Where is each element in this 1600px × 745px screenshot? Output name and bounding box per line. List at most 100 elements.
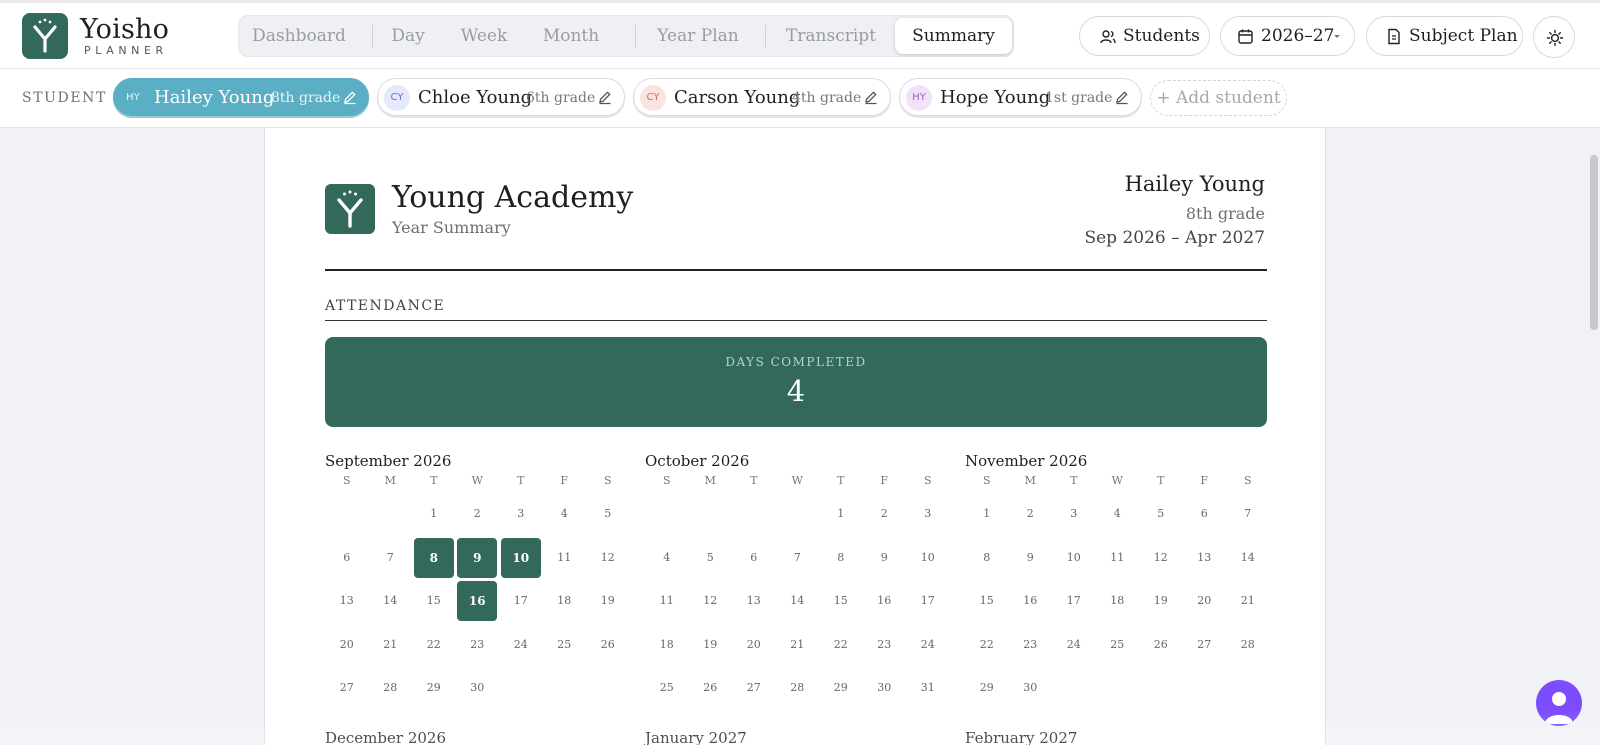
add-student-button[interactable]: + Add student xyxy=(1150,80,1287,116)
calendar-day[interactable]: 22 xyxy=(821,625,861,665)
tab-year-plan[interactable]: Year Plan xyxy=(645,16,751,56)
edit-icon[interactable] xyxy=(342,89,358,105)
calendar-day[interactable]: 17 xyxy=(1054,581,1094,621)
calendar-day[interactable]: 25 xyxy=(647,668,687,708)
calendar-day-completed[interactable]: 10 xyxy=(500,537,541,578)
calendar-day[interactable]: 1 xyxy=(821,494,861,534)
calendar-day[interactable]: 24 xyxy=(908,625,948,665)
calendar-day[interactable]: 2 xyxy=(457,494,497,534)
calendar-day[interactable]: 28 xyxy=(370,668,410,708)
calendar-day[interactable]: 22 xyxy=(414,625,454,665)
calendar-day[interactable]: 10 xyxy=(908,538,948,578)
calendar-day[interactable]: 4 xyxy=(544,494,584,534)
calendar-day[interactable]: 11 xyxy=(544,538,584,578)
tab-dashboard[interactable]: Dashboard xyxy=(249,16,349,56)
calendar-day[interactable]: 2 xyxy=(1010,494,1050,534)
calendar-day[interactable]: 1 xyxy=(967,494,1007,534)
calendar-day[interactable]: 23 xyxy=(864,625,904,665)
calendar-day[interactable]: 14 xyxy=(777,581,817,621)
theme-toggle-button[interactable] xyxy=(1533,16,1575,58)
calendar-day[interactable]: 4 xyxy=(1097,494,1137,534)
calendar-day[interactable]: 29 xyxy=(414,668,454,708)
calendar-day[interactable]: 6 xyxy=(734,538,774,578)
calendar-day[interactable]: 20 xyxy=(734,625,774,665)
calendar-day[interactable]: 30 xyxy=(1010,668,1050,708)
calendar-day[interactable]: 13 xyxy=(1184,538,1224,578)
calendar-day[interactable]: 7 xyxy=(1228,494,1268,534)
calendar-day-completed[interactable]: 8 xyxy=(413,537,454,578)
subject-plan-button[interactable]: Subject Plan xyxy=(1366,16,1523,56)
calendar-day[interactable]: 1 xyxy=(414,494,454,534)
calendar-day-completed[interactable]: 16 xyxy=(457,581,498,621)
edit-icon[interactable] xyxy=(1114,89,1130,105)
calendar-day[interactable]: 12 xyxy=(588,538,628,578)
edit-icon[interactable] xyxy=(863,89,879,105)
calendar-day[interactable]: 27 xyxy=(327,668,367,708)
calendar-day[interactable]: 13 xyxy=(327,581,367,621)
calendar-day[interactable]: 12 xyxy=(1141,538,1181,578)
calendar-day[interactable]: 23 xyxy=(457,625,497,665)
school-year-select[interactable]: 2026–27 xyxy=(1220,16,1355,56)
calendar-day[interactable]: 19 xyxy=(588,581,628,621)
calendar-day[interactable]: 19 xyxy=(690,625,730,665)
calendar-day[interactable]: 14 xyxy=(1228,538,1268,578)
calendar-day[interactable]: 11 xyxy=(647,581,687,621)
calendar-day[interactable]: 3 xyxy=(501,494,541,534)
calendar-day[interactable]: 4 xyxy=(647,538,687,578)
calendar-day[interactable]: 20 xyxy=(1184,581,1224,621)
student-chip-hailey[interactable]: HY Hailey Young 8th grade xyxy=(113,78,369,116)
calendar-day[interactable]: 2 xyxy=(864,494,904,534)
student-chip-hope[interactable]: HY Hope Young 1st grade xyxy=(899,78,1142,116)
calendar-day[interactable]: 29 xyxy=(967,668,1007,708)
tab-month[interactable]: Month xyxy=(531,16,611,56)
calendar-day[interactable]: 8 xyxy=(821,538,861,578)
calendar-day[interactable]: 27 xyxy=(734,668,774,708)
tab-summary[interactable]: Summary xyxy=(895,18,1012,54)
help-chat-button[interactable] xyxy=(1536,680,1582,726)
calendar-day[interactable]: 28 xyxy=(777,668,817,708)
calendar-day[interactable]: 18 xyxy=(1097,581,1137,621)
calendar-day[interactable]: 29 xyxy=(821,668,861,708)
calendar-day[interactable]: 28 xyxy=(1228,625,1268,665)
calendar-day[interactable]: 30 xyxy=(864,668,904,708)
calendar-day[interactable]: 13 xyxy=(734,581,774,621)
calendar-day[interactable]: 27 xyxy=(1184,625,1224,665)
calendar-day[interactable]: 19 xyxy=(1141,581,1181,621)
calendar-day[interactable]: 8 xyxy=(967,538,1007,578)
calendar-day[interactable]: 15 xyxy=(967,581,1007,621)
calendar-day[interactable]: 25 xyxy=(544,625,584,665)
calendar-day[interactable]: 26 xyxy=(588,625,628,665)
calendar-day[interactable]: 26 xyxy=(690,668,730,708)
calendar-day-completed[interactable]: 9 xyxy=(457,537,498,578)
tab-day[interactable]: Day xyxy=(379,16,437,56)
calendar-day[interactable]: 18 xyxy=(647,625,687,665)
calendar-day[interactable]: 22 xyxy=(967,625,1007,665)
calendar-day[interactable]: 16 xyxy=(864,581,904,621)
calendar-day[interactable]: 9 xyxy=(1010,538,1050,578)
edit-icon[interactable] xyxy=(597,89,613,105)
calendar-day[interactable]: 16 xyxy=(1010,581,1050,621)
calendar-day[interactable]: 15 xyxy=(414,581,454,621)
calendar-day[interactable]: 3 xyxy=(908,494,948,534)
calendar-day[interactable]: 30 xyxy=(457,668,497,708)
tab-week[interactable]: Week xyxy=(449,16,519,56)
calendar-day[interactable]: 20 xyxy=(327,625,367,665)
calendar-day[interactable]: 17 xyxy=(501,581,541,621)
calendar-day[interactable]: 3 xyxy=(1054,494,1094,534)
calendar-day[interactable]: 6 xyxy=(1184,494,1224,534)
students-button[interactable]: Students xyxy=(1079,16,1210,56)
calendar-day[interactable]: 18 xyxy=(544,581,584,621)
calendar-day[interactable]: 10 xyxy=(1054,538,1094,578)
calendar-day[interactable]: 5 xyxy=(588,494,628,534)
calendar-day[interactable]: 6 xyxy=(327,538,367,578)
calendar-day[interactable]: 15 xyxy=(821,581,861,621)
student-chip-chloe[interactable]: CY Chloe Young 6th grade xyxy=(377,78,625,116)
calendar-day[interactable]: 21 xyxy=(777,625,817,665)
scrollbar-thumb[interactable] xyxy=(1590,155,1598,330)
calendar-day[interactable]: 31 xyxy=(908,668,948,708)
logo[interactable] xyxy=(22,13,68,59)
calendar-day[interactable]: 5 xyxy=(690,538,730,578)
calendar-day[interactable]: 17 xyxy=(908,581,948,621)
calendar-day[interactable]: 24 xyxy=(501,625,541,665)
calendar-day[interactable]: 26 xyxy=(1141,625,1181,665)
